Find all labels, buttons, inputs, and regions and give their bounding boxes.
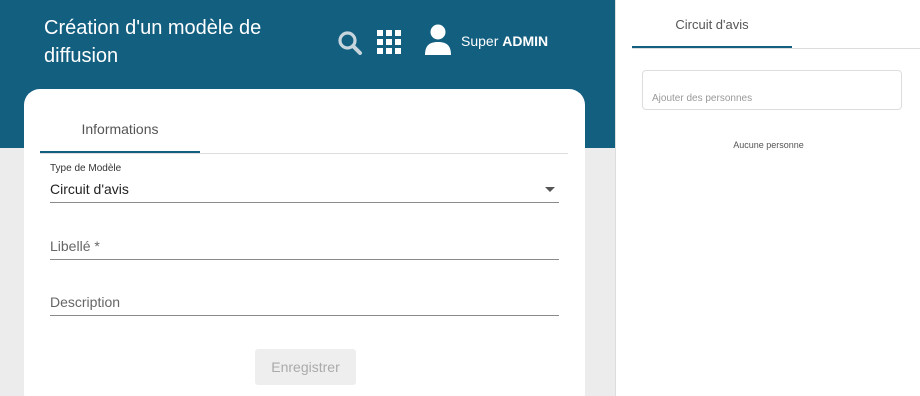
libelle-placeholder: Libellé * [50,238,100,254]
main-area: Création d'un modèle de diffusion Super … [0,0,615,396]
user-icon[interactable] [423,24,453,56]
chevron-down-icon [545,187,555,192]
form-card: Informations Type de Modèle Circuit d'av… [24,89,585,396]
tab-circuit-avis[interactable]: Circuit d'avis [632,0,792,48]
side-panel: Circuit d'avis Aucune personne [615,0,920,396]
libelle-field[interactable]: Libellé * [50,229,559,260]
user-first-name: Super [461,33,499,49]
description-field[interactable]: Description [50,285,559,316]
add-people-input[interactable] [642,70,902,110]
side-tab-divider [632,48,920,49]
tab-informations[interactable]: Informations [40,89,200,153]
save-button[interactable]: Enregistrer [255,349,356,385]
page-title: Création d'un modèle de diffusion [44,17,262,67]
user-name[interactable]: Super ADMIN [461,33,548,49]
model-type-select[interactable]: Type de Modèle Circuit d'avis [50,163,559,203]
search-icon[interactable] [337,30,363,56]
model-type-value: Circuit d'avis [50,181,129,197]
tab-circuit-avis-label: Circuit d'avis [675,17,749,32]
tab-informations-label: Informations [81,121,159,137]
apps-grid-icon[interactable] [377,30,401,54]
description-placeholder: Description [50,294,121,310]
user-last-name: ADMIN [502,33,549,49]
empty-people-text: Aucune personne [733,140,804,150]
tab-divider [40,153,568,154]
model-type-label: Type de Modèle [50,163,122,174]
